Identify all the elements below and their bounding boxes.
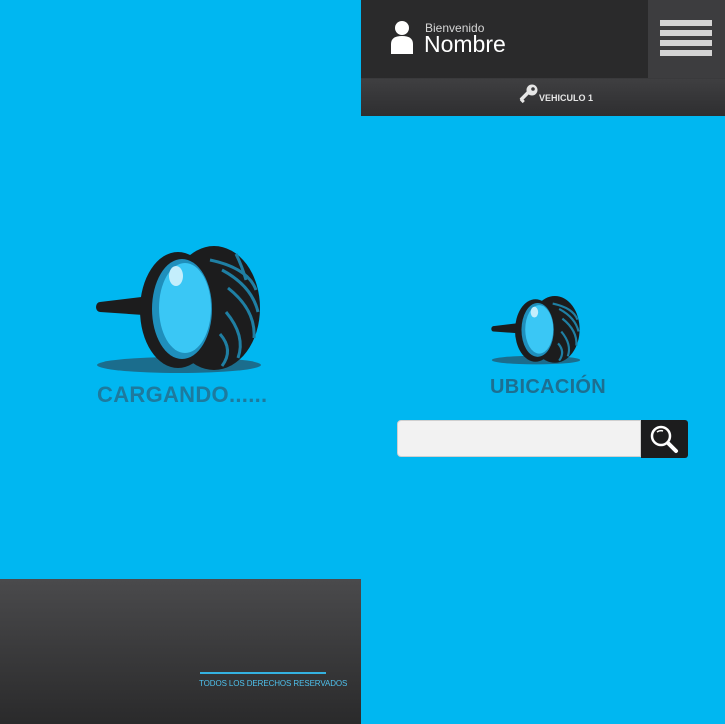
menu-button[interactable] <box>648 0 725 78</box>
vehicle-label: VEHICULO 1 <box>539 93 594 103</box>
loading-text: CARGANDO...... <box>97 382 268 407</box>
copyright-text: TODOS LOS DERECHOS RESERVADOS <box>199 679 348 688</box>
key-icon <box>519 84 538 104</box>
main-screen: Bienvenido Nombre VEHICULO 1 UBICACIÓN <box>361 0 725 724</box>
hamburger-menu-icon <box>660 40 712 46</box>
user-icon <box>391 21 413 54</box>
magnifier-tire-logo-icon <box>491 296 581 365</box>
footer-divider <box>200 672 326 674</box>
search-icon <box>650 425 678 453</box>
location-search-input[interactable] <box>397 420 641 457</box>
hamburger-menu-icon <box>660 30 712 36</box>
vehicle-selector[interactable]: VEHICULO 1 <box>361 79 725 116</box>
user-name: Nombre <box>424 31 506 57</box>
loading-screen: CARGANDO...... TODOS LOS DERECHOS RESERV… <box>0 0 361 724</box>
magnifier-tire-logo-icon <box>96 246 261 373</box>
header: Bienvenido Nombre <box>361 0 725 79</box>
hamburger-menu-icon <box>660 50 712 56</box>
hamburger-menu-icon <box>660 20 712 26</box>
footer: TODOS LOS DERECHOS RESERVADOS <box>0 579 361 724</box>
search-button[interactable] <box>641 420 688 458</box>
location-title: UBICACIÓN <box>490 376 607 398</box>
